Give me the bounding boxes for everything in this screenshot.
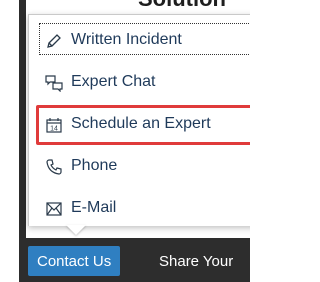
contact-us-button[interactable]: Contact Us bbox=[28, 246, 121, 276]
focus-outline bbox=[39, 23, 250, 55]
pencil-icon bbox=[45, 32, 63, 50]
background-heading: Solution bbox=[138, 0, 226, 12]
bottom-toolbar: Contact Us Share Your bbox=[19, 238, 250, 282]
menu-item-written-incident[interactable]: Written Incident bbox=[29, 21, 250, 59]
menu-item-label: E-Mail bbox=[71, 199, 117, 216]
envelope-icon bbox=[45, 200, 63, 218]
menu-item-phone[interactable]: Phone bbox=[29, 147, 250, 185]
menu-item-expert-chat[interactable]: Expert Chat bbox=[29, 63, 250, 101]
highlight-annotation-box bbox=[36, 105, 250, 145]
menu-item-email[interactable]: E-Mail bbox=[29, 189, 250, 227]
menu-item-label: Expert Chat bbox=[71, 73, 156, 90]
menu-item-label: Phone bbox=[71, 157, 118, 174]
phone-icon bbox=[45, 158, 63, 176]
contact-options-menu: Written Incident Expert Chat 14 Schedule… bbox=[28, 14, 250, 226]
screenshot-stage: Solution Written Incident Expert Chat bbox=[0, 0, 250, 282]
chat-bubbles-icon bbox=[45, 74, 63, 92]
share-your-button[interactable]: Share Your bbox=[159, 246, 233, 276]
popup-pointer bbox=[66, 225, 86, 235]
